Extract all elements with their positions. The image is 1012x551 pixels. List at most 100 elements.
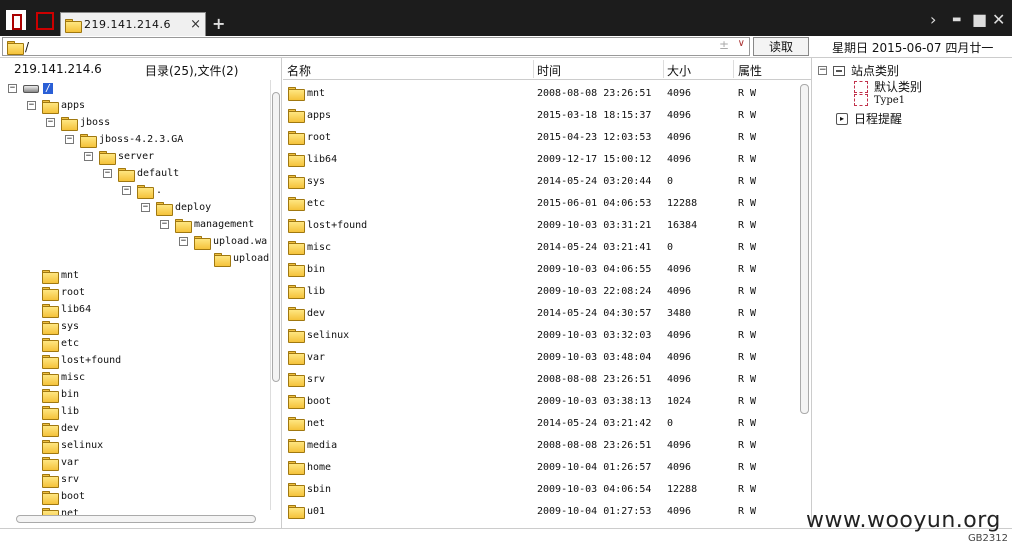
tree-vertical-scrollbar[interactable] [270, 80, 280, 510]
file-attr: R W [738, 132, 757, 143]
folder-icon [288, 219, 305, 233]
column-header-size[interactable]: 大小 [667, 62, 691, 79]
file-row[interactable]: selinux 2009-10-03 03:32:03 4096 R W [283, 325, 799, 347]
file-row[interactable]: etc 2015-06-01 04:06:53 12288 R W [283, 193, 799, 215]
read-button[interactable]: 读取 [753, 37, 809, 56]
chevron-right-icon[interactable]: › [930, 10, 936, 29]
tree-node[interactable]: boot [42, 488, 85, 505]
collapse-icon[interactable]: − [141, 203, 150, 212]
tree-node[interactable]: − apps [27, 97, 85, 114]
collapse-icon[interactable]: − [160, 220, 169, 229]
collapse-icon[interactable]: − [84, 152, 93, 161]
file-row[interactable]: dev 2014-05-24 04:30:57 3480 R W [283, 303, 799, 325]
tree-node[interactable]: − upload.wa [179, 233, 267, 250]
folder-icon [288, 373, 305, 387]
file-name: apps [307, 110, 332, 121]
file-row[interactable]: lost+found 2009-10-03 03:31:21 16384 R W [283, 215, 799, 237]
plus-minus-icon[interactable]: ± [719, 38, 729, 52]
folder-icon [288, 131, 305, 145]
tree-node[interactable]: var [42, 454, 79, 471]
file-name: selinux [307, 330, 350, 341]
tree-node[interactable]: etc [42, 335, 79, 352]
tree-node[interactable]: lost+found [42, 352, 121, 369]
file-row[interactable]: misc 2014-05-24 03:21:41 0 R W [283, 237, 799, 259]
tree-node[interactable]: −. [122, 182, 162, 199]
column-header-time[interactable]: 时间 [537, 62, 561, 79]
file-row[interactable]: home 2009-10-04 01:26:57 4096 R W [283, 457, 799, 479]
collapse-icon[interactable]: − [179, 237, 188, 246]
tree-node[interactable]: − default [103, 165, 179, 182]
tree-node[interactable]: sys [42, 318, 79, 335]
site-category-root[interactable]: − 站点类别 [818, 62, 899, 79]
file-row[interactable]: bin 2009-10-03 04:06:55 4096 R W [283, 259, 799, 281]
tab-host[interactable]: 219.141.214.6 × [60, 12, 206, 36]
file-row[interactable]: u01 2009-10-04 01:27:53 4096 R W [283, 501, 799, 523]
file-time: 2008-08-08 23:26:51 [537, 440, 652, 451]
collapse-icon[interactable]: − [122, 186, 131, 195]
collapse-icon[interactable]: − [8, 84, 17, 93]
file-row[interactable]: lib 2009-10-03 22:08:24 4096 R W [283, 281, 799, 303]
file-name: root [307, 132, 332, 143]
collapse-icon[interactable]: − [46, 118, 55, 127]
file-row[interactable]: media 2008-08-08 23:26:51 4096 R W [283, 435, 799, 457]
tree-node[interactable]: upload [214, 250, 269, 267]
tree-node[interactable]: − server [84, 148, 154, 165]
tree-node[interactable]: srv [42, 471, 79, 488]
file-row[interactable]: sbin 2009-10-03 04:06:54 12288 R W [283, 479, 799, 501]
minimize-icon[interactable]: ▬ [952, 14, 961, 25]
category-type-icon [854, 80, 868, 93]
tree-node[interactable]: − deploy [141, 199, 211, 216]
file-row[interactable]: srv 2008-08-08 23:26:51 4096 R W [283, 369, 799, 391]
file-row[interactable]: sys 2014-05-24 03:20:44 0 R W [283, 171, 799, 193]
file-list-pane: 名称 时间 大小 属性 mnt 2008-08-08 23:26:51 4096 R … [283, 58, 811, 528]
file-row[interactable]: root 2015-04-23 12:03:53 4096 R W [283, 127, 799, 149]
tab-close-icon[interactable]: × [190, 17, 201, 32]
tree-node[interactable]: lib64 [42, 301, 91, 318]
tree-node[interactable]: − / [8, 80, 54, 97]
category-item-type1[interactable]: Type1 [854, 94, 905, 106]
category-item-default[interactable]: 默认类别 [854, 78, 922, 95]
close-icon[interactable]: ✕ [992, 10, 1005, 29]
file-list-scrollbar[interactable] [799, 80, 810, 520]
new-tab-icon[interactable]: + [212, 14, 225, 33]
scrollbar-thumb[interactable] [272, 92, 280, 382]
collapse-icon[interactable]: − [27, 101, 36, 110]
collapse-icon[interactable]: − [103, 169, 112, 178]
file-row[interactable]: lib64 2009-12-17 15:00:12 4096 R W [283, 149, 799, 171]
path-input[interactable]: / ± ∨ [2, 37, 750, 56]
column-header-name[interactable]: 名称 [287, 62, 311, 79]
tree-node[interactable]: bin [42, 386, 79, 403]
record-icon[interactable] [34, 10, 54, 30]
collapse-icon[interactable]: − [65, 135, 74, 144]
tree-node[interactable]: dev [42, 420, 79, 437]
tree-node[interactable]: selinux [42, 437, 103, 454]
schedule-reminder[interactable]: ▸ 日程提醒 [836, 110, 902, 127]
maximize-icon[interactable]: ■ [972, 10, 987, 29]
scrollbar-thumb[interactable] [16, 515, 256, 523]
tree-node[interactable]: mnt [42, 267, 79, 284]
category-item-label: 默认类别 [874, 80, 923, 94]
tree-horizontal-scrollbar[interactable] [8, 514, 266, 524]
encoding-label[interactable]: GB2312 [968, 533, 1008, 544]
chevron-down-icon[interactable]: ∨ [738, 38, 745, 49]
collapse-icon[interactable]: − [818, 66, 827, 75]
tree-node[interactable]: lib [42, 403, 79, 420]
file-row[interactable]: boot 2009-10-03 03:38:13 1024 R W [283, 391, 799, 413]
column-header-attr[interactable]: 属性 [738, 62, 762, 79]
app-menu-icon[interactable] [6, 10, 26, 30]
file-row[interactable]: mnt 2008-08-08 23:26:51 4096 R W [283, 83, 799, 105]
scrollbar-thumb[interactable] [800, 84, 809, 414]
folder-icon [288, 197, 305, 211]
tree-node[interactable]: − management [160, 216, 254, 233]
tree-node[interactable]: − jboss-4.2.3.GA [65, 131, 183, 148]
file-row[interactable]: net 2014-05-24 03:21:42 0 R W [283, 413, 799, 435]
tree-node[interactable]: root [42, 284, 85, 301]
tree-node[interactable]: misc [42, 369, 85, 386]
tree-node[interactable]: − jboss [46, 114, 110, 131]
tree-header: 219.141.214.6 目录(25),文件(2) [0, 58, 281, 80]
file-row[interactable]: apps 2015-03-18 18:15:37 4096 R W [283, 105, 799, 127]
file-row[interactable]: var 2009-10-03 03:48:04 4096 R W [283, 347, 799, 369]
category-root-label: 站点类别 [851, 64, 900, 78]
tree-node-label: default [137, 168, 180, 179]
file-time: 2009-10-03 04:06:55 [537, 264, 652, 275]
